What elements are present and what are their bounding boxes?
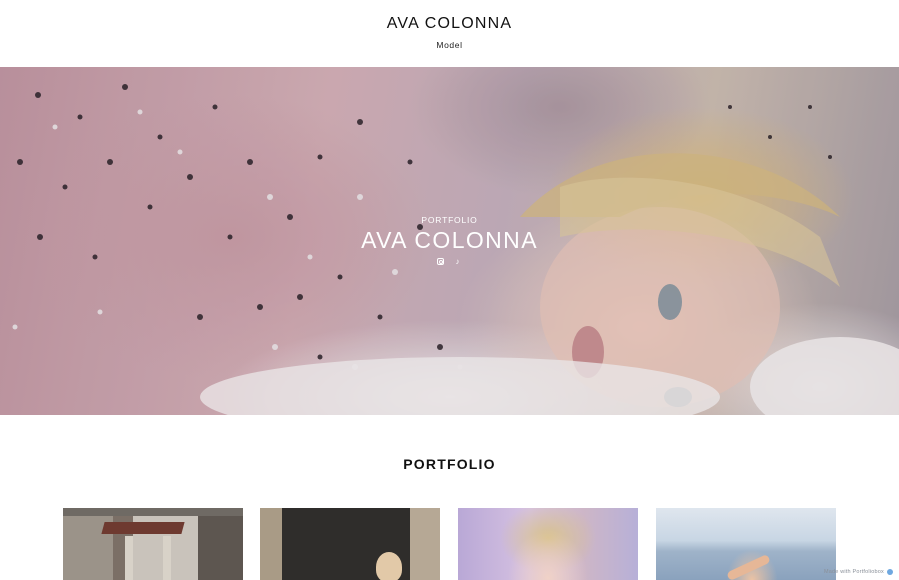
portfoliobox-logo-icon bbox=[887, 569, 893, 575]
site-subtitle: Model bbox=[436, 40, 463, 50]
site-title-link[interactable]: AVA COLONNA bbox=[0, 15, 899, 33]
hero-banner: PORTFOLIO AVA COLONNA ♪ bbox=[0, 67, 899, 415]
hero-social-links: ♪ bbox=[0, 257, 899, 266]
made-with-badge[interactable]: Made with Portfoliobox bbox=[824, 569, 893, 575]
instagram-link[interactable] bbox=[437, 257, 446, 266]
badge-label: Made with Portfoliobox bbox=[823, 569, 884, 575]
portfolio-item-4[interactable] bbox=[656, 508, 836, 580]
tiktok-link[interactable]: ♪ bbox=[453, 257, 462, 266]
instagram-icon bbox=[437, 258, 444, 265]
photo-thumbnail bbox=[101, 522, 185, 534]
photo-detail bbox=[163, 536, 171, 580]
photo-detail bbox=[125, 536, 133, 580]
portfolio-section-title: PORTFOLIO bbox=[403, 456, 496, 472]
portfolio-item-1[interactable] bbox=[63, 508, 243, 580]
tiktok-icon: ♪ bbox=[455, 257, 460, 266]
portfolio-item-2[interactable] bbox=[260, 508, 440, 580]
portfolio-item-3[interactable] bbox=[458, 508, 638, 580]
hero-kicker: PORTFOLIO bbox=[421, 215, 478, 225]
photo-thumbnail bbox=[726, 553, 771, 580]
photo-thumbnail bbox=[376, 552, 402, 580]
portfolio-grid bbox=[63, 508, 836, 580]
hero-title: AVA COLONNA bbox=[361, 227, 538, 253]
site-header: AVA COLONNA Model bbox=[0, 0, 899, 67]
